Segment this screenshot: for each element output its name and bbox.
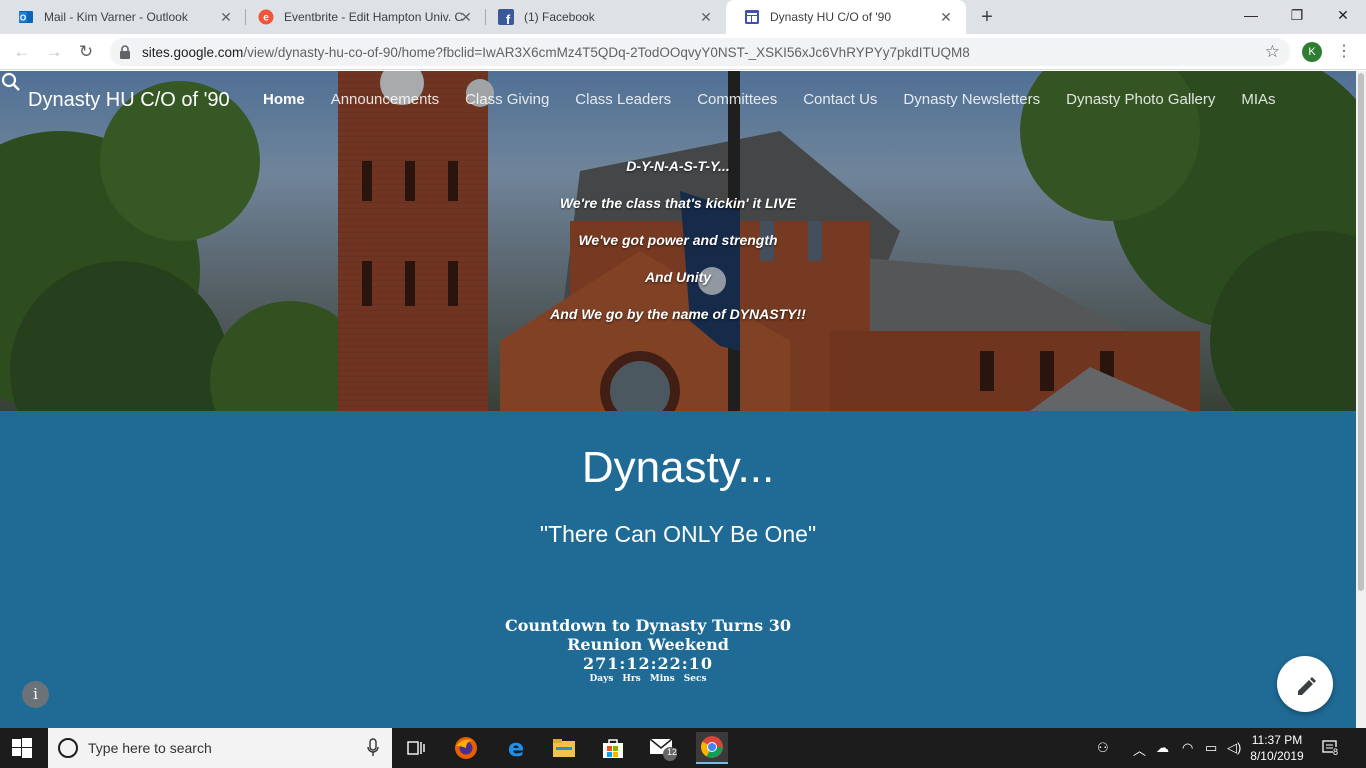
battery-icon[interactable]: ▭: [1205, 740, 1217, 756]
countdown-widget: Countdown to Dynasty Turns 30 Reunion We…: [440, 616, 856, 684]
search-icon[interactable]: [0, 71, 22, 93]
browser-tab-strip: O Mail - Kim Varner - Outlook ✕ e Eventb…: [0, 0, 1366, 34]
pencil-icon: [1298, 677, 1316, 695]
facebook-icon: f: [498, 9, 514, 25]
countdown-unit-mins: Mins: [649, 674, 675, 684]
microsoft-store-icon[interactable]: [597, 732, 629, 764]
restore-button[interactable]: ❐: [1274, 0, 1320, 30]
countdown-title-line1: Countdown to Dynasty Turns 30: [505, 616, 791, 635]
tab-title: Dynasty HU C/O of '90: [770, 10, 891, 24]
windows-taskbar: Type here to search e 12 ⚇ ︿ ☁ ◠ ▭ ◁) 11…: [0, 728, 1366, 768]
taskbar-search-placeholder: Type here to search: [88, 740, 212, 756]
clock-time: 11:37 PM: [1251, 733, 1303, 747]
microphone-icon[interactable]: [366, 738, 380, 758]
site-title[interactable]: Dynasty HU C/O of '90: [28, 89, 230, 112]
wifi-icon[interactable]: ◠: [1182, 740, 1193, 756]
forward-button[interactable]: →: [42, 40, 66, 64]
svg-text:O: O: [20, 14, 26, 23]
url-path: /view/dynasty-hu-co-of-90/home?fbclid=Iw…: [243, 45, 970, 60]
site-navigation: Home Announcements Class Giving Class Le…: [263, 91, 1302, 108]
nav-contact-us[interactable]: Contact Us: [803, 91, 877, 108]
windows-start-icon[interactable]: [12, 738, 32, 758]
countdown-unit-secs: Secs: [683, 674, 707, 684]
close-window-button[interactable]: ✕: [1320, 0, 1366, 30]
nav-class-giving[interactable]: Class Giving: [465, 91, 549, 108]
poem-line: We're the class that's kickin' it LIVE: [559, 195, 797, 211]
tab-dynasty[interactable]: Dynasty HU C/O of '90 ✕: [726, 0, 966, 34]
file-explorer-icon[interactable]: [548, 732, 580, 764]
new-tab-button[interactable]: +: [976, 6, 998, 28]
nav-dynasty-newsletters[interactable]: Dynasty Newsletters: [903, 91, 1040, 108]
tab-eventbrite[interactable]: e Eventbrite - Edit Hampton Univ. C ✕: [240, 0, 486, 34]
show-hidden-icons-chevron-icon[interactable]: ︿: [1133, 740, 1146, 759]
people-icon[interactable]: ⚇: [1097, 740, 1109, 756]
minimize-button[interactable]: —: [1228, 0, 1274, 30]
lock-icon: [120, 45, 130, 59]
page-subheading: "There Can ONLY Be One": [539, 521, 817, 547]
countdown-unit-hrs: Hrs: [622, 674, 641, 684]
tab-title: (1) Facebook: [524, 10, 595, 24]
notification-count: 8: [1333, 747, 1339, 757]
edge-icon[interactable]: e: [500, 732, 532, 764]
nav-dynasty-photo-gallery[interactable]: Dynasty Photo Gallery: [1066, 91, 1215, 108]
taskbar-search-box[interactable]: Type here to search: [48, 728, 392, 768]
cortana-icon: [58, 738, 78, 758]
browser-toolbar: ← → ↻ sites.google.com/view/dynasty-hu-c…: [0, 34, 1366, 70]
poem-line: And We go by the name of DYNASTY!!: [550, 306, 806, 322]
outlook-icon: O: [19, 11, 33, 23]
url-text: sites.google.com/view/dynasty-hu-co-of-9…: [142, 45, 970, 60]
eventbrite-icon: e: [258, 9, 274, 25]
close-tab-icon[interactable]: ✕: [698, 9, 714, 25]
profile-avatar[interactable]: K: [1302, 42, 1322, 62]
back-button[interactable]: ←: [10, 40, 34, 64]
poem-line: And Unity: [644, 269, 712, 285]
svg-text:f: f: [506, 12, 511, 25]
reload-button[interactable]: ↻: [74, 40, 98, 64]
edit-page-button[interactable]: [1277, 656, 1333, 712]
task-view-icon[interactable]: [400, 732, 432, 764]
tab-outlook[interactable]: O Mail - Kim Varner - Outlook ✕: [0, 0, 246, 34]
clock-date: 8/10/2019: [1250, 749, 1304, 763]
volume-icon[interactable]: ◁): [1227, 740, 1241, 756]
countdown-units: Days Hrs Mins Secs: [440, 674, 856, 684]
address-bar[interactable]: sites.google.com/view/dynasty-hu-co-of-9…: [110, 38, 1290, 66]
nav-home[interactable]: Home: [263, 91, 305, 108]
page-heading: Dynasty...: [581, 443, 775, 492]
mail-badge: 12: [667, 747, 678, 757]
hero-banner: Dynasty HU C/O of '90 Home Announcements…: [0, 71, 1356, 411]
tab-facebook[interactable]: f (1) Facebook ✕: [480, 0, 726, 34]
close-tab-icon[interactable]: ✕: [218, 9, 234, 25]
tab-title: Eventbrite - Edit Hampton Univ. C: [284, 10, 464, 24]
bookmark-star-icon[interactable]: ☆: [1265, 42, 1280, 62]
url-host: sites.google.com: [142, 45, 244, 60]
countdown-title-line2: Reunion Weekend: [567, 635, 729, 654]
svg-text:e: e: [263, 13, 269, 24]
action-center-icon[interactable]: 8: [1322, 738, 1344, 758]
poem-line: We've got power and strength: [578, 232, 778, 248]
nav-announcements[interactable]: Announcements: [331, 91, 439, 108]
mail-icon[interactable]: 12: [647, 732, 679, 764]
firefox-icon[interactable]: [450, 732, 482, 764]
nav-class-leaders[interactable]: Class Leaders: [575, 91, 671, 108]
browser-menu-icon[interactable]: ⋮: [1336, 41, 1352, 61]
nav-committees[interactable]: Committees: [697, 91, 777, 108]
tab-title: Mail - Kim Varner - Outlook: [44, 10, 188, 24]
svg-text:e: e: [508, 736, 524, 760]
info-icon[interactable]: i: [22, 681, 49, 708]
countdown-value: 271:12:22:10: [583, 654, 713, 673]
countdown-unit-days: Days: [589, 674, 614, 684]
close-tab-icon[interactable]: ✕: [458, 9, 474, 25]
onedrive-cloud-icon[interactable]: ☁: [1156, 740, 1169, 756]
page-viewport: Dynasty HU C/O of '90 Home Announcements…: [0, 71, 1356, 728]
system-clock[interactable]: 11:37 PM 8/10/2019: [1247, 732, 1307, 764]
chrome-icon[interactable]: [696, 732, 728, 764]
close-tab-icon[interactable]: ✕: [938, 9, 954, 25]
scrollbar-thumb[interactable]: [1358, 73, 1364, 591]
google-sites-icon: [745, 10, 759, 24]
poem-line: D-Y-N-A-S-T-Y...: [626, 158, 730, 174]
nav-mias[interactable]: MIAs: [1241, 91, 1275, 108]
